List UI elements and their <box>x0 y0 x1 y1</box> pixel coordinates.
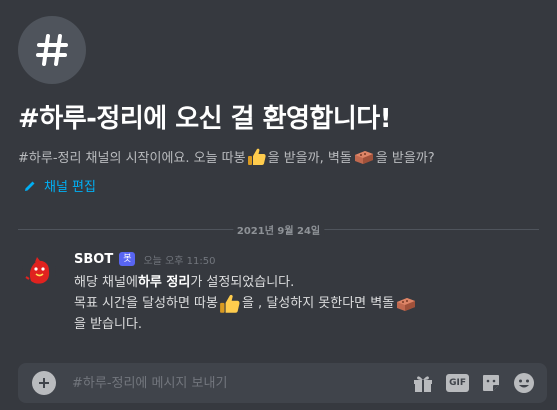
username[interactable]: SBOT <box>74 252 113 267</box>
pencil-icon <box>24 180 36 192</box>
welcome-subtitle: #하루-정리 채널의 시작이에요. 오늘 따봉 을 받을까, 벽돌 을 받을까? <box>18 147 539 166</box>
gift-icon[interactable] <box>412 373 434 393</box>
message-line-1: 해당 채널에 하루 정리 가 설정되었습니다. <box>74 272 547 293</box>
welcome-title: #하루-정리에 오신 걸 환영합니다! <box>18 104 392 134</box>
message-timestamp: 오늘 오후 11:50 <box>143 255 216 267</box>
bot-tag: 봇 <box>119 252 136 266</box>
line3: 을 받습니다. <box>74 317 143 332</box>
plus-circle-icon[interactable] <box>32 371 56 395</box>
channel-welcome-header: #하루-정리에 오신 걸 환영합니다! #하루-정리 채널의 시작이에요. 오늘… <box>18 16 539 196</box>
thumbs-up-icon <box>219 294 241 314</box>
edit-channel-label: 채널 편집 <box>44 180 96 195</box>
message-content: SBOT 봇 오늘 오후 11:50 해당 채널에 하루 정리 가 설정되었습니… <box>74 250 547 335</box>
brick-icon <box>395 296 417 312</box>
message-text: 해당 채널에 하루 정리 가 설정되었습니다. 목표 시간을 달성하면 따봉 을… <box>74 272 547 335</box>
line1-pre: 해당 채널에 <box>74 275 138 290</box>
hash-icon <box>18 16 86 84</box>
line1-bold: 하루 정리 <box>137 275 191 290</box>
smiley-icon[interactable] <box>513 372 535 394</box>
message-line-2: 목표 시간을 달성하면 따봉 을 , 달성하지 못한다면 벽돌 <box>74 293 547 314</box>
subtitle-text-1: #하루-정리 채널의 시작이에요. 오늘 따봉 <box>18 151 246 166</box>
subtitle-text-3: 을 받을까? <box>375 151 435 166</box>
sticker-icon[interactable] <box>481 373 501 393</box>
thumbs-up-icon <box>247 148 267 166</box>
edit-channel-link[interactable]: 채널 편집 <box>24 176 96 195</box>
date-divider: 2021년 9월 24일 <box>18 222 539 237</box>
message-input[interactable] <box>72 375 413 391</box>
message-composer: GIF <box>18 363 547 403</box>
gif-button[interactable]: GIF <box>446 374 469 392</box>
message-header: SBOT 봇 오늘 오후 11:50 <box>74 250 547 268</box>
divider-date: 2021년 9월 24일 <box>232 222 325 237</box>
line2-pre: 목표 시간을 달성하면 따봉 <box>74 296 218 311</box>
line2-mid: 을 , 달성하지 못한다면 벽돌 <box>241 296 395 311</box>
brick-icon <box>353 149 375 165</box>
subtitle-text-2: 을 받을까, 벽돌 <box>267 151 352 166</box>
line1-post: 가 설정되었습니다. <box>190 275 295 290</box>
message-line-3: 을 받습니다. <box>74 314 547 335</box>
avatar[interactable] <box>22 254 56 288</box>
